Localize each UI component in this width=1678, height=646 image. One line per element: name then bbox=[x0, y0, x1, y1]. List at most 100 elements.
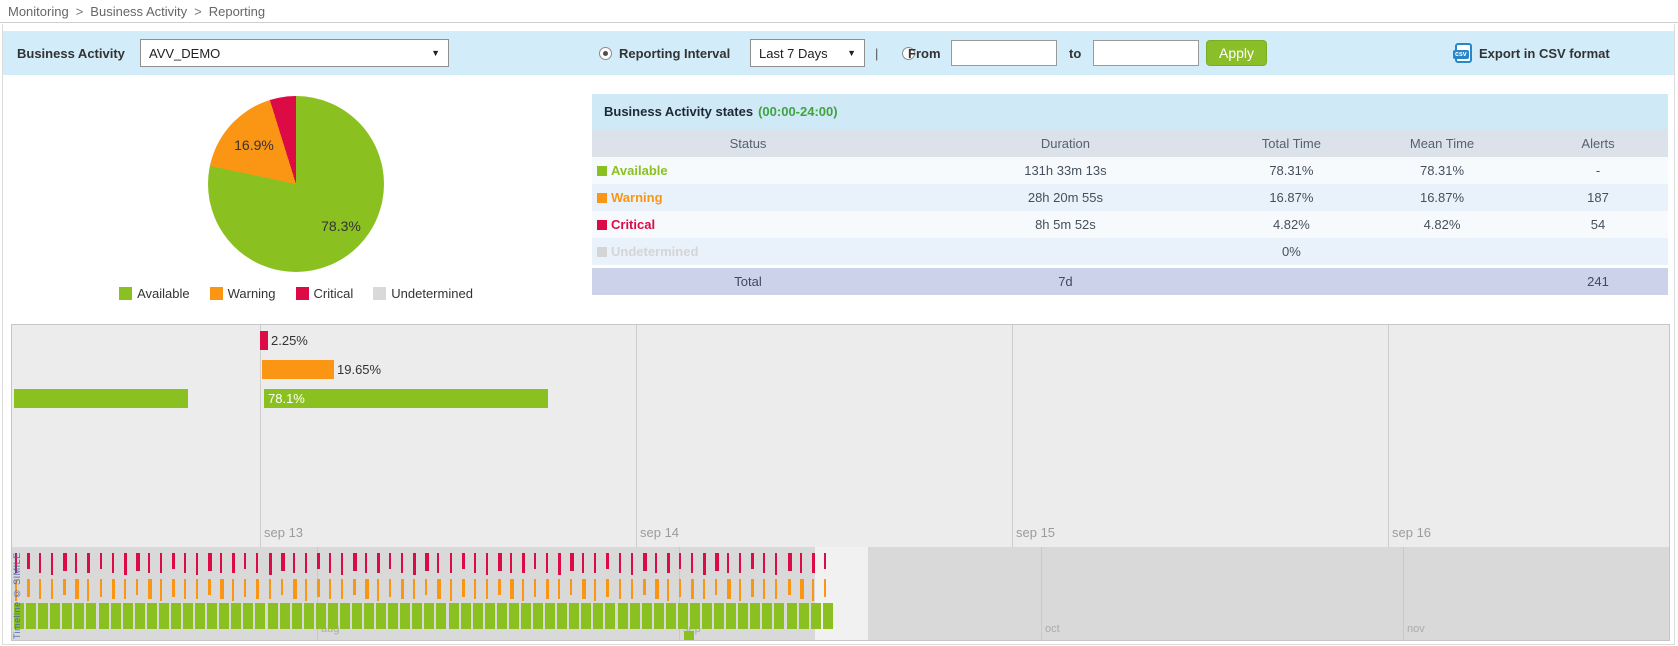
overview-tick-available bbox=[280, 603, 290, 629]
overview-tick-available bbox=[26, 603, 36, 629]
overview-tick-critical bbox=[220, 553, 222, 573]
column-header-total-time: Total Time bbox=[1227, 136, 1356, 151]
overview-tick-warning bbox=[160, 579, 162, 601]
status-swatch-icon bbox=[597, 193, 607, 203]
overview-tick-warning bbox=[582, 579, 586, 599]
overview-tick-available bbox=[521, 603, 531, 629]
overview-tick-available bbox=[207, 603, 217, 629]
overview-tick-available bbox=[533, 603, 543, 629]
overview-tick-critical bbox=[39, 553, 41, 573]
duration-cell: 28h 20m 55s bbox=[904, 190, 1227, 205]
overview-tick-warning bbox=[691, 579, 694, 599]
timeline-bar-available[interactable] bbox=[14, 389, 188, 408]
overview-tick-available bbox=[376, 603, 386, 629]
timeline-bar-available[interactable] bbox=[264, 389, 548, 408]
export-csv-label: Export in CSV format bbox=[1479, 46, 1610, 61]
overview-tick-warning bbox=[341, 579, 343, 599]
overview-tick-available bbox=[268, 603, 278, 629]
overview-tick-available bbox=[50, 603, 60, 629]
status-swatch-icon bbox=[597, 220, 607, 230]
overview-tick-critical bbox=[329, 553, 331, 573]
overview-tick-warning bbox=[462, 579, 465, 597]
total-time-cell: 78.31% bbox=[1227, 163, 1356, 178]
total-time-cell: 4.82% bbox=[1227, 217, 1356, 232]
overview-tick-critical bbox=[401, 553, 403, 573]
overview-tick-warning bbox=[232, 579, 234, 601]
overview-tick-available bbox=[62, 603, 72, 629]
overview-tick-critical bbox=[703, 553, 706, 575]
overview-tick-critical bbox=[353, 553, 357, 571]
overview-tick-available bbox=[787, 603, 797, 629]
overview-tick-available bbox=[630, 603, 640, 629]
timeline-bar-warning[interactable] bbox=[262, 360, 334, 379]
export-csv-link[interactable]: csv Export in CSV format bbox=[1455, 43, 1610, 63]
legend-item: Undetermined bbox=[373, 286, 473, 301]
overview-tick-available bbox=[424, 603, 434, 629]
overview-tick-warning bbox=[498, 579, 501, 595]
overview-tick-available bbox=[593, 603, 603, 629]
to-label: to bbox=[1069, 46, 1081, 61]
overview-tick-warning bbox=[75, 579, 79, 599]
to-date-input[interactable] bbox=[1093, 40, 1199, 66]
total-alerts: 241 bbox=[1528, 274, 1668, 289]
timeline-detail-band[interactable]: sep 13sep 14sep 15sep 162.25%19.65%78.1% bbox=[12, 325, 1669, 547]
overview-tick-available bbox=[461, 603, 471, 629]
overview-tick-available bbox=[292, 603, 302, 629]
day-gridline bbox=[1388, 325, 1389, 547]
overview-tick-available bbox=[618, 603, 628, 629]
overview-tick-critical bbox=[365, 553, 367, 573]
overview-tick-critical bbox=[269, 553, 272, 575]
alerts-cell: - bbox=[1528, 163, 1668, 178]
overview-tick-available bbox=[738, 603, 748, 629]
pie-warning-percentage: 16.9% bbox=[224, 137, 284, 153]
overview-tick-critical bbox=[498, 553, 502, 571]
overview-tick-available bbox=[666, 603, 676, 629]
csv-file-icon: csv bbox=[1455, 43, 1472, 63]
overview-tick-available bbox=[642, 603, 652, 629]
month-separator bbox=[1041, 547, 1042, 640]
overview-tick-available bbox=[714, 603, 724, 629]
overview-tick-warning bbox=[256, 579, 259, 599]
legend-item: Critical bbox=[296, 286, 354, 301]
breadcrumb-monitoring[interactable]: Monitoring bbox=[8, 4, 69, 19]
overview-tick-warning bbox=[148, 579, 152, 599]
overview-tick-critical bbox=[824, 553, 826, 569]
breadcrumb-reporting[interactable]: Reporting bbox=[209, 4, 265, 19]
column-header-duration: Duration bbox=[904, 136, 1227, 151]
overview-tick-critical bbox=[305, 553, 307, 573]
overview-tick-critical bbox=[450, 553, 452, 573]
overview-tick-warning bbox=[220, 579, 224, 599]
from-date-input[interactable] bbox=[951, 40, 1057, 66]
simile-credit-link[interactable]: Timeline © SIMILE bbox=[12, 549, 22, 639]
day-gridline bbox=[1012, 325, 1013, 547]
overview-tick-critical bbox=[715, 553, 719, 571]
overview-tick-critical bbox=[655, 553, 657, 573]
column-header-mean-time: Mean Time bbox=[1356, 136, 1528, 151]
overview-tick-warning bbox=[594, 579, 596, 601]
day-label: sep 13 bbox=[264, 525, 303, 540]
breadcrumb: Monitoring > Business Activity > Reporti… bbox=[0, 0, 1678, 23]
legend-swatch-icon bbox=[119, 287, 132, 300]
total-label: Total bbox=[592, 274, 904, 289]
breadcrumb-business-activity[interactable]: Business Activity bbox=[90, 4, 187, 19]
timeline-bar-critical[interactable] bbox=[260, 331, 268, 350]
overview-tick-critical bbox=[522, 553, 525, 573]
reporting-interval-select[interactable]: Last 7 Days ▼ bbox=[750, 39, 865, 67]
table-row: Warning28h 20m 55s16.87%16.87%187 bbox=[592, 184, 1668, 211]
overview-tick-available bbox=[171, 603, 181, 629]
overview-tick-warning bbox=[715, 579, 717, 595]
overview-tick-available bbox=[147, 603, 157, 629]
overview-tick-critical bbox=[606, 553, 609, 569]
business-activity-select[interactable]: AVV_DEMO ▼ bbox=[140, 39, 449, 67]
overview-tick-warning bbox=[812, 579, 814, 601]
overview-tick-critical bbox=[148, 553, 150, 573]
reporting-interval-radio[interactable] bbox=[599, 47, 612, 60]
overview-tick-critical bbox=[727, 553, 729, 573]
legend-label: Available bbox=[137, 286, 190, 301]
overview-tick-warning bbox=[425, 579, 427, 595]
overview-tick-critical bbox=[87, 553, 90, 573]
apply-button[interactable]: Apply bbox=[1206, 40, 1267, 66]
reporting-interval-label: Reporting Interval bbox=[619, 46, 730, 61]
timeline-overview-band[interactable]: augsepoctnovTimeline © SIMILE bbox=[12, 547, 1669, 640]
overview-tick-critical bbox=[413, 553, 416, 575]
